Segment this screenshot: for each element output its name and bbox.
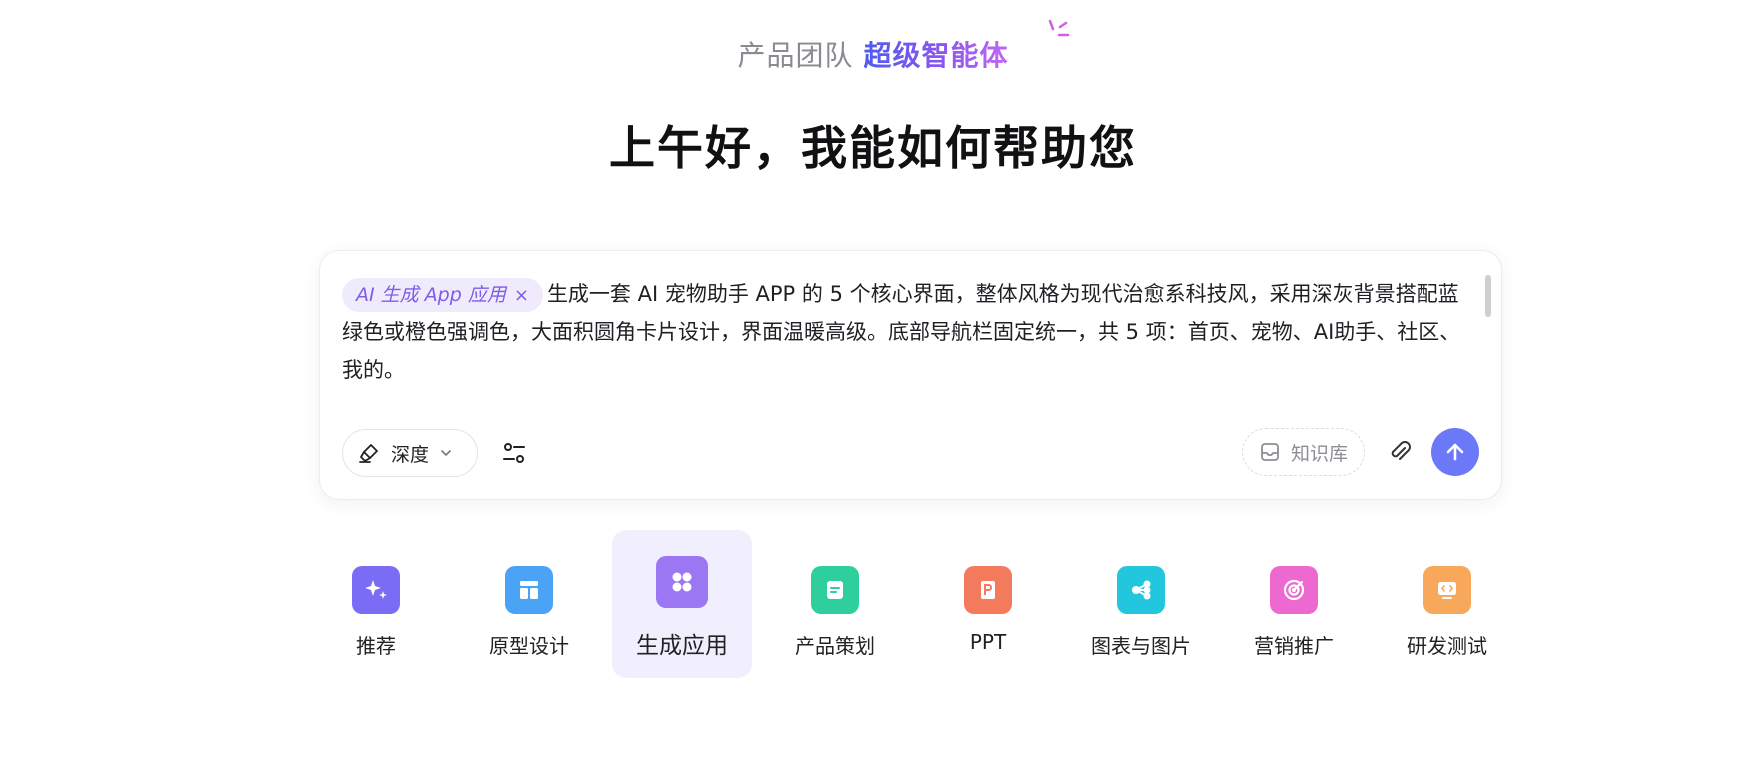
tab-label: 生成应用 [636, 633, 728, 659]
depth-mode-button[interactable]: 深度 [342, 429, 479, 477]
tab-label: 原型设计 [489, 634, 569, 658]
chevron-down-icon [441, 450, 451, 457]
ppt-icon [964, 566, 1012, 614]
tab-charts-images[interactable]: 图表与图片 [1071, 530, 1211, 678]
knowledge-base-button[interactable]: 知识库 [1241, 428, 1365, 476]
app-generation-chip[interactable]: AI 生成 App 应用 × [342, 278, 543, 312]
greeting-title: 上午好，我能如何帮助您 [609, 121, 1137, 175]
depth-mode-label: 深度 [391, 443, 430, 466]
code-monitor-icon [1423, 566, 1471, 614]
tab-label: 产品策划 [795, 634, 875, 658]
tab-recommend[interactable]: 推荐 [306, 530, 446, 678]
sparkle-icon [352, 566, 400, 614]
tab-label: 推荐 [356, 634, 396, 658]
team-label: 产品团队 [737, 39, 854, 72]
tab-prototype-design[interactable]: 原型设计 [459, 530, 599, 678]
category-tabs: 推荐 原型设计 生成应用 产品策划 PPT 图表与图片 营销推广 研发测试 [0, 530, 1746, 680]
tab-dev-testing[interactable]: 研发测试 [1377, 530, 1517, 678]
tab-generate-app[interactable]: 生成应用 [612, 530, 752, 678]
sliders-icon [503, 443, 526, 463]
tab-label: PPT [969, 630, 1007, 654]
sparkle-accent-icon [1048, 19, 1070, 37]
settings-sliders-button[interactable] [500, 439, 528, 467]
tab-label: 图表与图片 [1091, 634, 1191, 658]
brush-icon [359, 444, 378, 463]
composer-toolbar-left: 深度 [342, 429, 528, 477]
tab-product-planning[interactable]: 产品策划 [765, 530, 905, 678]
attach-button[interactable] [1387, 439, 1413, 465]
target-icon [1270, 566, 1318, 614]
prompt-composer: AI 生成 App 应用 × 生成一套 AI 宠物助手 APP 的 5 个核心界面，… [319, 250, 1502, 500]
paperclip-icon [1391, 441, 1411, 460]
prompt-input[interactable]: AI 生成 App 应用 × 生成一套 AI 宠物助手 APP 的 5 个核心界面，… [342, 275, 1462, 399]
tab-label: 营销推广 [1254, 634, 1334, 658]
tab-ppt[interactable]: PPT [918, 530, 1058, 678]
apps-icon [656, 556, 708, 608]
composer-toolbar-right: 知识库 [1241, 428, 1479, 476]
knowledge-base-label: 知识库 [1290, 442, 1348, 465]
layout-icon [505, 566, 553, 614]
tab-marketing[interactable]: 营销推广 [1224, 530, 1364, 678]
send-button[interactable] [1431, 428, 1479, 476]
prompt-scrollbar[interactable] [1485, 275, 1491, 317]
arrow-up-icon [1446, 443, 1464, 461]
knowledge-base-icon [1261, 443, 1279, 461]
team-agent-header: 产品团队 超级智能体 [0, 34, 1746, 74]
chip-close-icon[interactable]: × [514, 285, 529, 306]
chart-share-icon [1117, 566, 1165, 614]
document-icon [811, 566, 859, 614]
agent-label: 超级智能体 [863, 39, 1009, 72]
chip-label: AI 生成 App 应用 [356, 284, 506, 306]
tab-label: 研发测试 [1407, 634, 1487, 658]
